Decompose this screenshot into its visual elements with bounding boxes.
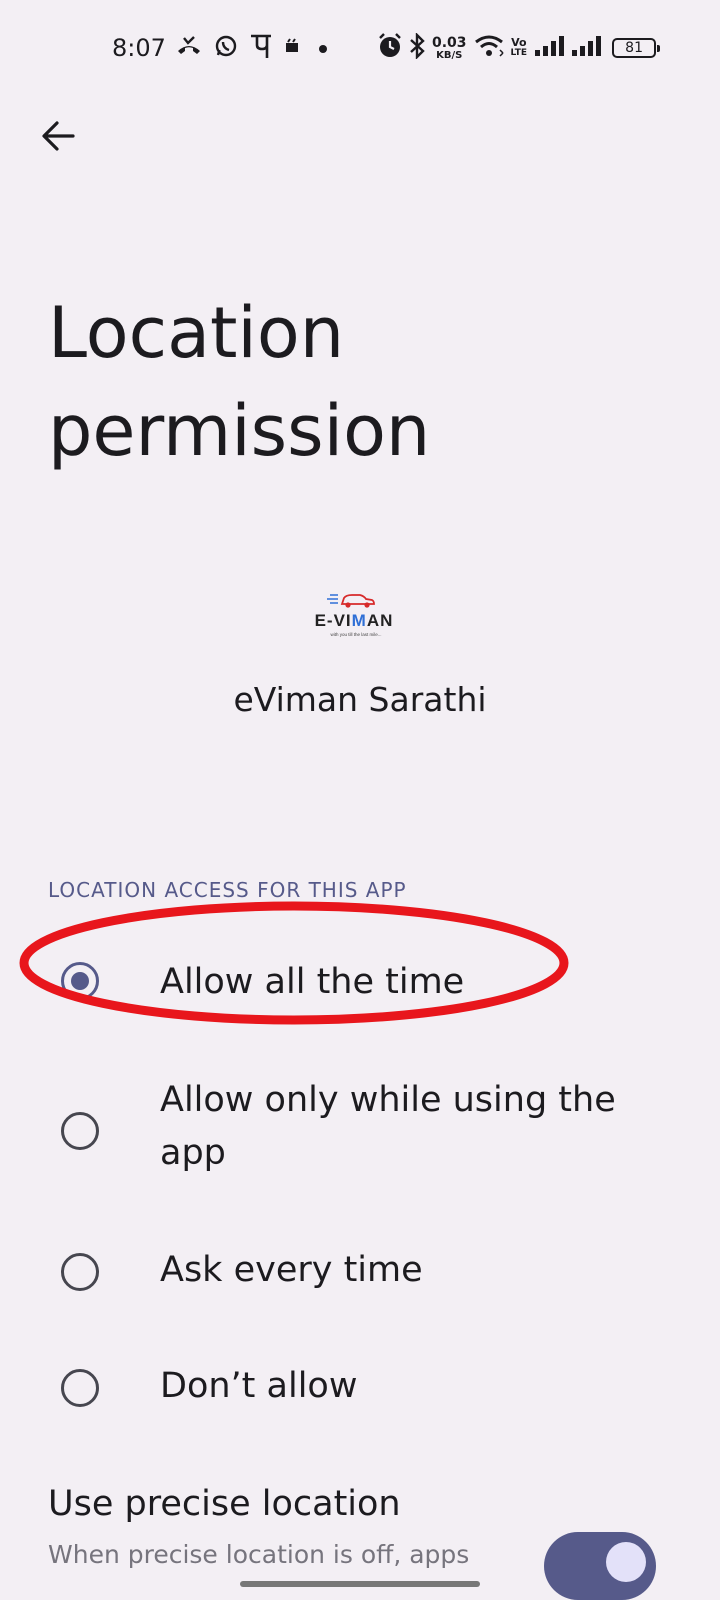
status-notification-icons bbox=[176, 34, 334, 62]
status-system-icons: 0.03 KB/S Vo LTE 81 bbox=[378, 32, 661, 63]
gesture-navigation-handle[interactable] bbox=[240, 1581, 480, 1587]
section-header-location-access: LOCATION ACCESS FOR THIS APP bbox=[48, 878, 407, 902]
bluetooth-icon bbox=[409, 32, 425, 63]
back-button[interactable] bbox=[30, 108, 86, 164]
option-allow-all-the-time[interactable]: Allow all the time bbox=[0, 936, 720, 1032]
precise-location-description: When precise location is off, apps bbox=[48, 1540, 470, 1569]
precise-location-title: Use precise location bbox=[48, 1484, 401, 1524]
radio-button[interactable] bbox=[61, 1253, 99, 1291]
missed-call-icon bbox=[176, 35, 202, 61]
alarm-icon bbox=[378, 33, 402, 63]
signal-icon bbox=[571, 35, 602, 61]
notification-icon bbox=[284, 38, 300, 58]
arrow-back-icon bbox=[42, 121, 75, 151]
radio-button-selected[interactable] bbox=[61, 962, 99, 1000]
option-ask-every-time[interactable]: Ask every time bbox=[0, 1224, 720, 1320]
option-dont-allow[interactable]: Don’t allow bbox=[0, 1340, 720, 1436]
radio-button[interactable] bbox=[61, 1112, 99, 1150]
status-bar: 8:07 0.03 KB/S Vo LTE 81 bbox=[0, 0, 720, 96]
option-label: Ask every time bbox=[160, 1250, 423, 1290]
option-label: Allow all the time bbox=[160, 962, 465, 1002]
app-logo: E-VIMAN with you till the last mile... bbox=[300, 588, 410, 644]
phonepe-icon bbox=[250, 33, 272, 63]
precise-location-toggle[interactable] bbox=[544, 1532, 656, 1600]
volte-indicator: Vo LTE bbox=[510, 36, 528, 58]
radio-button[interactable] bbox=[61, 1369, 99, 1407]
battery-indicator: 81 bbox=[612, 38, 661, 58]
svg-text:E-VIMAN: E-VIMAN bbox=[315, 611, 394, 630]
status-time: 8:07 bbox=[112, 34, 166, 62]
network-speed: 0.03 KB/S bbox=[432, 34, 467, 61]
dot-icon bbox=[312, 39, 334, 58]
eviman-logo: E-VIMAN with you till the last mile... bbox=[315, 594, 394, 637]
option-label: Don’t allow bbox=[160, 1366, 358, 1406]
svg-text:with you till the last mile...: with you till the last mile... bbox=[330, 632, 381, 637]
whatsapp-icon bbox=[214, 34, 238, 62]
app-name: eViman Sarathi bbox=[233, 680, 487, 719]
option-label: Allow only while using the app bbox=[160, 1080, 616, 1173]
wifi-icon bbox=[474, 34, 504, 62]
option-allow-while-using-app[interactable]: Allow only while using the app bbox=[0, 1072, 720, 1192]
page-title: Location permission bbox=[48, 292, 431, 472]
signal-icon bbox=[534, 35, 565, 61]
toggle-thumb bbox=[606, 1542, 646, 1582]
